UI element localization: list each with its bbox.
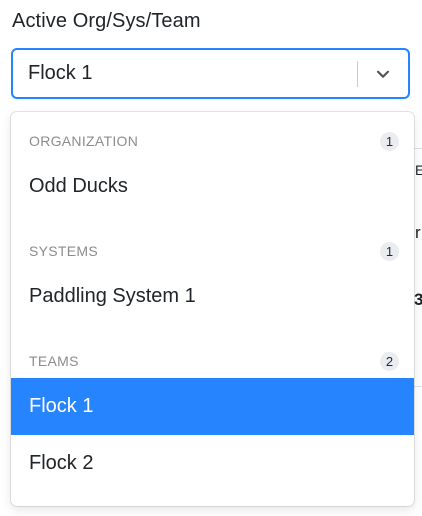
option-flock-1[interactable]: Flock 1 (11, 378, 414, 435)
dropdown-menu: ORGANIZATION 1 Odd Ducks SYSTEMS 1 Paddl… (11, 112, 414, 506)
selected-value[interactable]: Flock 1 (13, 62, 357, 85)
group-header-systems: SYSTEMS 1 (11, 239, 414, 263)
option-odd-ducks[interactable]: Odd Ducks (11, 158, 414, 215)
group-title: TEAMS (29, 353, 79, 369)
background-text: E (415, 162, 422, 178)
org-sys-team-select[interactable]: Flock 1 (11, 48, 410, 99)
background-text: 3 (414, 290, 422, 309)
group-count-badge: 2 (380, 351, 399, 371)
option-flock-2[interactable]: Flock 2 (11, 435, 414, 492)
option-paddling-system-1[interactable]: Paddling System 1 (11, 268, 414, 325)
group-title: SYSTEMS (29, 243, 99, 259)
group-title: ORGANIZATION (29, 133, 139, 149)
background-text: r (415, 223, 421, 242)
dropdown-toggle[interactable] (358, 50, 408, 97)
field-label: Active Org/Sys/Team (12, 10, 201, 32)
group-header-organization: ORGANIZATION 1 (11, 129, 414, 153)
group-header-teams: TEAMS 2 (11, 349, 414, 373)
group-count-badge: 1 (380, 131, 399, 151)
group-count-badge: 1 (380, 241, 399, 261)
chevron-down-icon (376, 70, 390, 78)
